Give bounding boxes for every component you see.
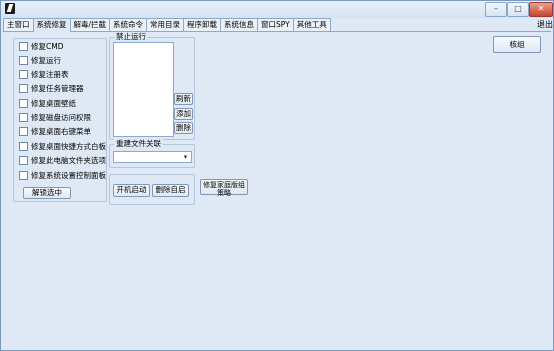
checkbox[interactable] [19, 98, 28, 108]
tab-detox-intercept[interactable]: 解毒/拦截 [69, 18, 111, 31]
tab-system-info[interactable]: 系统信息 [220, 18, 259, 31]
tab-divider [3, 31, 551, 32]
forbid-run-title: 禁止运行 [114, 32, 148, 42]
remove-autostart-button[interactable]: 删除自启 [152, 184, 189, 197]
maximize-button[interactable]: □ [507, 2, 529, 17]
startup-button[interactable]: 开机启动 [113, 184, 150, 197]
checkbox[interactable] [19, 126, 28, 136]
minimize-button[interactable]: – [485, 2, 507, 17]
checkbox[interactable] [19, 83, 28, 93]
checkbox[interactable] [19, 55, 28, 65]
repair-item[interactable]: 修复CMD [19, 41, 63, 51]
checkbox[interactable] [19, 170, 28, 180]
checkbox[interactable] [19, 155, 28, 165]
exit-label[interactable]: 退出 [537, 19, 553, 30]
tab-window-spy[interactable]: 窗口SPY [257, 18, 294, 31]
tab-common-dirs[interactable]: 常用目录 [146, 18, 185, 31]
repair-item[interactable]: 修复此电脑文件夹选项 [19, 155, 106, 165]
tab-system-repair[interactable]: 系统修复 [32, 18, 71, 32]
repair-item[interactable]: 修复注册表 [19, 69, 69, 79]
repair-item[interactable]: 修复任务管理器 [19, 83, 84, 93]
repair-item[interactable]: 修复桌面右键菜单 [19, 126, 91, 136]
repair-item[interactable]: 修复桌面快捷方式白板 [19, 141, 106, 151]
tab-other-tools[interactable]: 其他工具 [292, 18, 331, 31]
title-bar[interactable]: – □ ✕ [1, 1, 553, 18]
fix-group-policy-button[interactable]: 修复家庭版组策略 [200, 179, 248, 197]
file-assoc-title: 重建文件关联 [114, 139, 163, 149]
forbid-run-list[interactable] [113, 42, 174, 137]
checkbox[interactable] [19, 141, 28, 151]
repair-item[interactable]: 修复系统设置控制面板 [19, 170, 106, 180]
close-button[interactable]: ✕ [529, 2, 553, 17]
repair-item[interactable]: 修复桌面壁纸 [19, 98, 76, 108]
repair-item[interactable]: 修复运行 [19, 55, 61, 65]
checkbox[interactable] [19, 69, 28, 79]
delete-button[interactable]: 删除 [174, 122, 193, 134]
add-button[interactable]: 添加 [174, 108, 193, 120]
file-assoc-select[interactable]: ▾ [113, 151, 192, 163]
tab-bar: 主窗口 系统修复 解毒/拦截 系统命令 常用目录 程序卸载 系统信息 窗口SPY… [3, 18, 331, 32]
repair-item[interactable]: 修复磁盘访问权限 [19, 112, 91, 122]
checkbox[interactable] [19, 41, 28, 51]
tab-system-commands[interactable]: 系统命令 [109, 18, 148, 31]
main-window: – □ ✕ 退出 主窗口 系统修复 解毒/拦截 系统命令 常用目录 程序卸载 系… [0, 0, 554, 351]
tab-uninstall[interactable]: 程序卸载 [183, 18, 222, 31]
tab-main[interactable]: 主窗口 [3, 18, 34, 31]
app-icon [5, 3, 15, 14]
top-right-button[interactable]: 核组 [493, 36, 541, 53]
refresh-button[interactable]: 刷新 [174, 93, 193, 105]
unlock-selected-button[interactable]: 解锁选中 [23, 187, 71, 199]
chevron-down-icon[interactable]: ▾ [181, 152, 190, 162]
checkbox[interactable] [19, 112, 28, 122]
